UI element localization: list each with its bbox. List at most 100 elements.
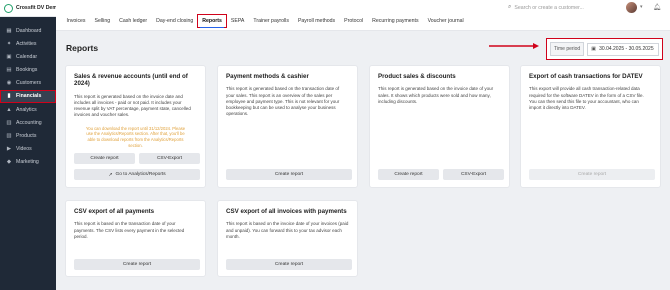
- products-icon: ▧: [6, 133, 12, 139]
- time-period-label: Time period: [550, 42, 585, 56]
- card-csv-payments: CSV export of all payments This report i…: [65, 200, 206, 277]
- chevron-down-icon[interactable]: ▾: [640, 4, 643, 10]
- tab-bar: Invoices Selling Cash ledger Day-end closin…: [62, 14, 468, 30]
- card-description: This report is generated based on the tr…: [226, 86, 340, 117]
- card-product-sales: Product sales & discounts This report is…: [369, 65, 510, 188]
- card-description: This report is generated based on the in…: [378, 86, 494, 104]
- sidebar-item-label: Marketing: [16, 159, 39, 166]
- sidebar-item-label: Financials: [16, 93, 42, 100]
- tab-trainer-payrolls[interactable]: Trainer payrolls: [249, 15, 294, 27]
- tab-day-end-closing[interactable]: Day-end closing: [152, 15, 198, 27]
- card-title: Sales & revenue accounts (until end of 2…: [74, 73, 188, 88]
- button-label: Create report: [122, 262, 152, 267]
- create-report-button[interactable]: Create report: [226, 259, 352, 270]
- search-input[interactable]: Search or create a customer...: [514, 5, 584, 11]
- calendar-icon: ▣: [591, 46, 597, 52]
- sidebar-item-label: Dashboard: [16, 27, 42, 34]
- sidebar-item-calendar[interactable]: ▣ Calendar: [0, 50, 56, 63]
- tab-sepa[interactable]: SEPA: [226, 15, 248, 27]
- customer-search[interactable]: ⌕ Search or create a customer...: [508, 4, 584, 11]
- sidebar-item-accounting[interactable]: ▥ Accounting: [0, 116, 56, 129]
- sidebar-item-bookings[interactable]: ▤ Bookings: [0, 64, 56, 77]
- brand-logo-icon: [4, 3, 13, 13]
- sidebar-item-label: Bookings: [16, 67, 38, 74]
- sidebar: Crossfit DV Demo ▦ Dashboard ✦ Activities ▣ C…: [0, 0, 60, 290]
- calendar-icon: ▣: [6, 53, 12, 60]
- tab-reports[interactable]: Reports: [196, 14, 228, 28]
- card-description: This export will provide all cash transa…: [529, 86, 644, 111]
- create-report-button[interactable]: Create report: [378, 169, 439, 180]
- card-title: CSV export of all invoices with payments: [226, 208, 347, 215]
- card-title: Export of cash transactions for DATEV: [529, 73, 643, 80]
- sidebar-item-products[interactable]: ▧ Products: [0, 130, 56, 143]
- card-description: This report is generated based on the in…: [74, 93, 191, 118]
- top-bar: ⌕ Search or create a customer... ▾ 🔔︎ In…: [56, 0, 670, 31]
- activities-icon: ✦: [6, 40, 12, 47]
- videos-icon: ▶: [6, 146, 12, 153]
- sidebar-item-marketing[interactable]: ◆ Marketing: [0, 156, 56, 169]
- time-period-field[interactable]: ▣ 30.04.2025 - 30.05.2025: [587, 42, 659, 56]
- csv-export-button[interactable]: CSV-Export: [139, 153, 200, 164]
- go-to-analytics-button[interactable]: ↗ Go to Analytics/Reports: [74, 169, 200, 180]
- button-label: Create report: [274, 172, 304, 177]
- marketing-icon: ◆: [6, 159, 12, 166]
- button-label: Create report: [274, 262, 304, 267]
- sidebar-item-label: Activities: [16, 40, 37, 47]
- button-label: Go to Analytics/Reports: [115, 172, 166, 177]
- sidebar-nav: ▦ Dashboard ✦ Activities ▣ Calendar ▤ Bookings ◉…: [0, 17, 56, 169]
- card-title: Payment methods & cashier: [226, 73, 309, 80]
- tab-recurring-payments[interactable]: Recurring payments: [368, 15, 423, 27]
- external-link-icon: ↗: [108, 171, 113, 178]
- sidebar-item-dashboard[interactable]: ▦ Dashboard: [0, 24, 56, 37]
- sidebar-item-label: Products: [16, 133, 37, 139]
- accounting-icon: ▥: [6, 119, 12, 126]
- button-label: Create report: [90, 156, 119, 161]
- page-title: Reports: [66, 43, 99, 53]
- card-csv-invoices: CSV export of all invoices with payments…: [217, 200, 358, 277]
- customers-icon: ◉: [6, 80, 12, 87]
- card-payment-methods: Payment methods & cashier This report is…: [217, 65, 358, 188]
- card-description: This report is based on the transaction …: [74, 221, 185, 239]
- create-report-button[interactable]: Create report: [529, 169, 655, 180]
- brand[interactable]: Crossfit DV Demo: [0, 0, 60, 17]
- sidebar-item-label: Calendar: [16, 53, 38, 60]
- card-sales-revenue: Sales & revenue accounts (until end of 2…: [65, 65, 206, 188]
- time-period-filter: Time period ▣ 30.04.2025 - 30.05.2025: [546, 38, 663, 60]
- tab-selling[interactable]: Selling: [90, 15, 115, 27]
- arrow-annotation: [489, 43, 539, 49]
- button-label: Create report: [394, 172, 423, 177]
- card-title: CSV export of all payments: [74, 208, 155, 215]
- sidebar-item-customers[interactable]: ◉ Customers: [0, 77, 56, 90]
- csv-export-button[interactable]: CSV-Export: [443, 169, 504, 180]
- card-datev-export: Export of cash transactions for DATEV Th…: [520, 65, 661, 188]
- dashboard-icon: ▦: [6, 27, 12, 34]
- create-report-button[interactable]: Create report: [74, 153, 135, 164]
- time-period-value: 30.04.2025 - 30.05.2025: [599, 46, 654, 52]
- sidebar-item-analytics[interactable]: ▲ Analytics: [0, 103, 56, 116]
- sidebar-item-label: Accounting: [16, 119, 42, 126]
- tab-payroll-methods[interactable]: Payroll methods: [293, 15, 339, 27]
- sidebar-item-activities[interactable]: ✦ Activities: [0, 37, 56, 50]
- analytics-icon: ▲: [6, 106, 12, 113]
- button-label: CSV-Export: [156, 156, 183, 161]
- bookings-icon: ▤: [6, 67, 12, 74]
- tab-protocol[interactable]: Protocol: [340, 15, 368, 27]
- bell-icon[interactable]: 🔔︎: [653, 3, 661, 11]
- sidebar-item-label: Videos: [16, 146, 32, 153]
- create-report-button[interactable]: Create report: [74, 259, 200, 270]
- tab-cash-ledger[interactable]: Cash ledger: [115, 15, 152, 27]
- tab-voucher-journal[interactable]: Voucher journal: [423, 15, 468, 27]
- sidebar-item-videos[interactable]: ▶ Videos: [0, 143, 56, 156]
- avatar[interactable]: [626, 2, 637, 13]
- card-title: Product sales & discounts: [378, 73, 456, 80]
- tab-invoices[interactable]: Invoices: [62, 15, 90, 27]
- button-label: CSV-Export: [460, 172, 487, 177]
- search-icon: ⌕: [508, 4, 512, 10]
- button-label: Create report: [577, 172, 607, 177]
- create-report-button[interactable]: Create report: [226, 169, 352, 180]
- sidebar-item-label: Analytics: [16, 106, 37, 113]
- brand-name: Crossfit DV Demo: [16, 5, 61, 11]
- card-description: This report is based on the invoice date…: [226, 221, 349, 239]
- financials-icon: ▮: [7, 93, 11, 100]
- sidebar-item-financials[interactable]: ▮ Financials: [0, 89, 56, 103]
